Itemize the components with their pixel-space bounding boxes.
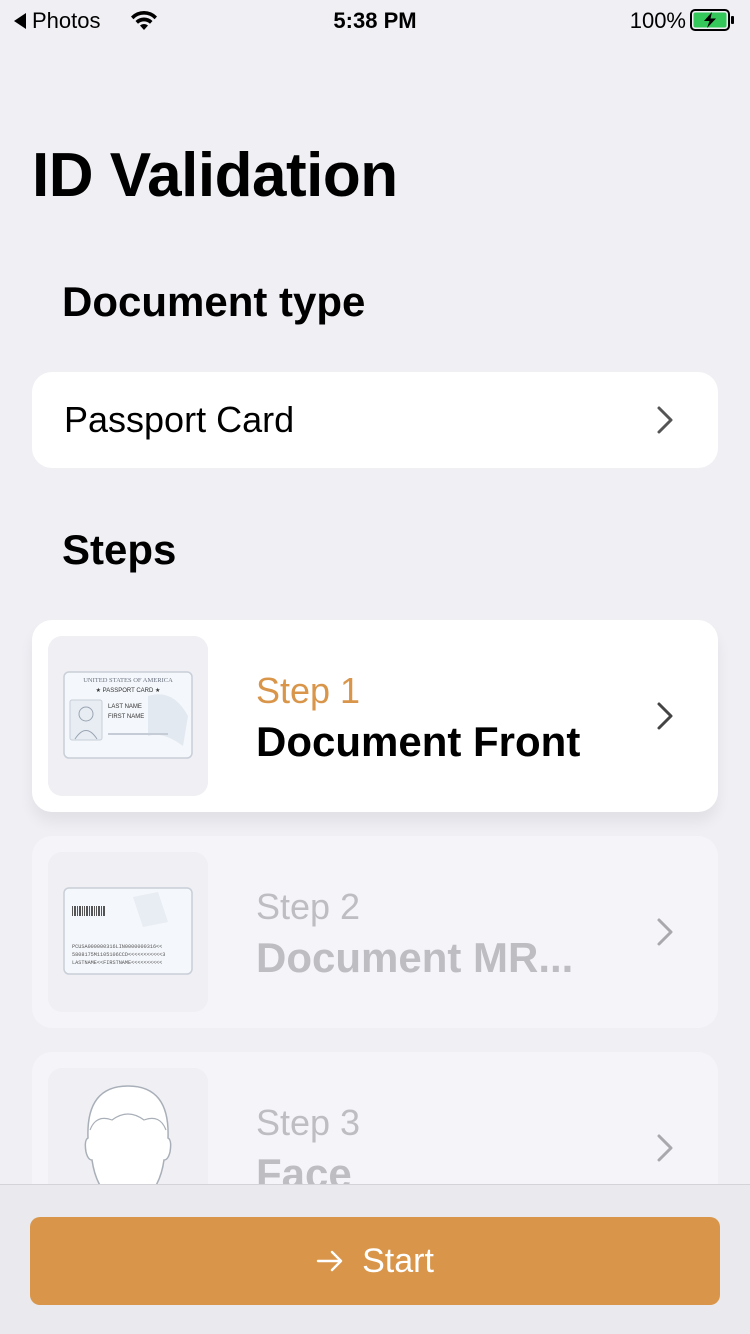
svg-text:LASTNAME<<FIRSTNAME<<<<<<<<<<: LASTNAME<<FIRSTNAME<<<<<<<<<< <box>72 960 162 966</box>
svg-text:★ PASSPORT CARD ★: ★ PASSPORT CARD ★ <box>96 687 161 694</box>
svg-text:UNITED STATES OF AMERICA: UNITED STATES OF AMERICA <box>83 677 173 684</box>
document-type-value: Passport Card <box>64 399 295 440</box>
chevron-right-icon <box>657 406 673 434</box>
step-2-card[interactable]: PCUSA000000316LIN0000000316<< 5808175M11… <box>32 836 718 1028</box>
document-type-selector[interactable]: Passport Card <box>32 372 718 468</box>
page-title: ID Validation <box>32 141 398 210</box>
svg-text:LAST NAME: LAST NAME <box>108 704 142 710</box>
step-name: Document Front <box>256 718 581 765</box>
chevron-right-icon <box>657 702 673 730</box>
chevron-right-icon <box>657 1134 673 1162</box>
steps-heading: Steps <box>62 526 177 573</box>
step-name: Document MR... <box>256 934 574 981</box>
step-number: Step 3 <box>256 1102 361 1143</box>
step-number: Step 2 <box>256 886 361 927</box>
step-text: Step 1 Document Front <box>256 670 580 766</box>
svg-text:PCUSA000000316LIN0000000316<<: PCUSA000000316LIN0000000316<< <box>72 944 162 950</box>
bottom-action-bar: Start <box>0 1184 750 1334</box>
svg-text:5808175M1105106CCD<<<<<<<<<<<3: 5808175M1105106CCD<<<<<<<<<<<3 <box>72 952 165 958</box>
passport-card-front-icon: UNITED STATES OF AMERICA ★ PASSPORT CARD… <box>63 671 193 759</box>
step-thumbnail: PCUSA000000316LIN0000000316<< 5808175M11… <box>48 852 208 1012</box>
battery-charging-icon <box>690 9 734 31</box>
arrow-right-icon <box>316 1250 343 1272</box>
passport-card-mrz-icon: PCUSA000000316LIN0000000316<< 5808175M11… <box>63 887 193 975</box>
chevron-right-icon <box>657 918 673 946</box>
svg-text:FIRST NAME: FIRST NAME <box>108 714 144 720</box>
step-number: Step 1 <box>256 670 361 711</box>
step-1-card[interactable]: UNITED STATES OF AMERICA ★ PASSPORT CARD… <box>32 620 718 812</box>
start-button-label: Start <box>362 1241 434 1280</box>
start-button[interactable]: Start <box>30 1217 720 1305</box>
status-bar: Photos 5:38 PM 100% <box>0 0 750 40</box>
battery-percent: 100% <box>629 8 686 33</box>
document-type-heading: Document type <box>62 278 366 325</box>
step-text: Step 2 Document MR... <box>256 886 573 982</box>
step-thumbnail: UNITED STATES OF AMERICA ★ PASSPORT CARD… <box>48 636 208 796</box>
